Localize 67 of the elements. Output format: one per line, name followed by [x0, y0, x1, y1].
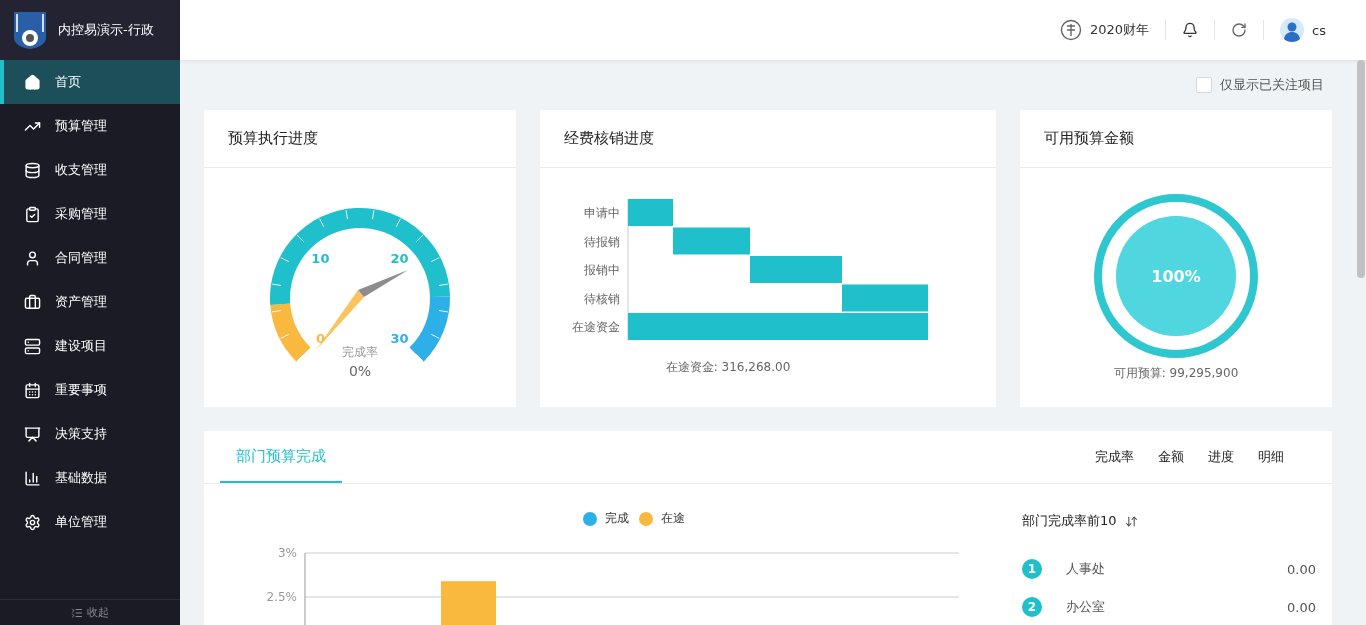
category-label: 在途资金 — [572, 320, 620, 334]
bar-chart-icon — [24, 469, 41, 487]
sidebar-item[interactable]: 单位管理 — [0, 500, 180, 544]
fiscal-year-icon — [1060, 19, 1082, 41]
rank-number: 1 — [1022, 559, 1042, 579]
department-name: 办公室 — [1066, 598, 1106, 616]
view-option[interactable]: 完成率 — [1083, 431, 1146, 483]
rank-number: 2 — [1022, 597, 1042, 617]
y-tick-label: 3% — [277, 546, 297, 560]
sidebar-item[interactable]: 资产管理 — [0, 280, 180, 324]
card-title: 预算执行进度 — [204, 110, 516, 168]
category-label: 待报销 — [584, 234, 620, 249]
checkbox[interactable] — [1196, 77, 1212, 93]
briefcase-icon — [24, 293, 41, 311]
database-icon — [24, 161, 41, 179]
gauge-tick-label: 30 — [390, 330, 409, 346]
sort-icon[interactable] — [1124, 514, 1138, 528]
category-label: 报销中 — [584, 263, 620, 277]
category-label: 申请中 — [584, 206, 620, 220]
view-option[interactable]: 明细 — [1246, 431, 1296, 483]
completion-value: 0.00 — [1287, 561, 1316, 577]
y-tick-label: 2.5% — [266, 590, 297, 604]
emblem-logo — [12, 10, 48, 50]
sidebar-item[interactable]: 收支管理 — [0, 148, 180, 192]
chart-caption: 可用预算: 99,295,900 — [1113, 365, 1239, 382]
clipboard-check-icon — [24, 205, 41, 223]
gauge-tick-label: 20 — [390, 250, 409, 266]
fiscal-year[interactable]: 2020财年 — [1090, 21, 1150, 39]
checkbox-label: 仅显示已关注项目 — [1220, 76, 1324, 94]
sidebar-item[interactable]: 决策支持 — [0, 412, 180, 456]
chart-caption: 在途资金: 316,268.00 — [665, 359, 791, 376]
presentation-board-icon — [24, 425, 41, 443]
sidebar-item[interactable]: 重要事项 — [0, 368, 180, 412]
ranking-title: 部门完成率前10 — [1022, 512, 1117, 530]
gauge-tick-label: 0 — [315, 330, 325, 346]
user-avatar[interactable] — [1280, 18, 1305, 42]
user-icon — [24, 249, 41, 267]
legend-label: 在途 — [661, 510, 685, 527]
legend-label: 完成 — [605, 510, 629, 527]
sidebar-item[interactable]: 采购管理 — [0, 192, 180, 236]
category-label: 待核销 — [584, 291, 620, 306]
completion-value: 0.00 — [1287, 599, 1316, 615]
fill-percentage: 100% — [1151, 267, 1201, 286]
gauge-value: 0% — [348, 362, 372, 379]
card-title: 经费核销进度 — [540, 110, 996, 168]
bar — [441, 581, 496, 625]
card-title: 可用预算金额 — [1020, 110, 1332, 168]
calendar-icon — [24, 381, 41, 399]
collapse-icon — [71, 606, 83, 619]
department-name: 人事处 — [1066, 560, 1106, 578]
scrollbar-thumb[interactable] — [1357, 60, 1365, 278]
sidebar-item[interactable]: 合同管理 — [0, 236, 180, 280]
refresh-icon[interactable] — [1231, 22, 1248, 38]
username: cs — [1312, 22, 1326, 38]
settings-icon — [24, 513, 41, 531]
app-title: 内控易演示-行政 — [58, 21, 154, 39]
gauge-tick-label: 10 — [311, 250, 330, 266]
view-option[interactable]: 金额 — [1146, 431, 1196, 483]
home-icon — [24, 73, 41, 91]
sidebar-item[interactable]: 基础数据 — [0, 456, 180, 500]
gauge-caption: 完成率 — [342, 344, 378, 359]
sidebar-item[interactable]: 首页 — [0, 60, 180, 104]
sidebar-item[interactable]: 建设项目 — [0, 324, 180, 368]
sidebar-item[interactable]: 预算管理 — [0, 104, 180, 148]
notification-bell-icon[interactable] — [1182, 22, 1199, 38]
server-icon — [24, 337, 41, 355]
view-option[interactable]: 进度 — [1196, 431, 1246, 483]
